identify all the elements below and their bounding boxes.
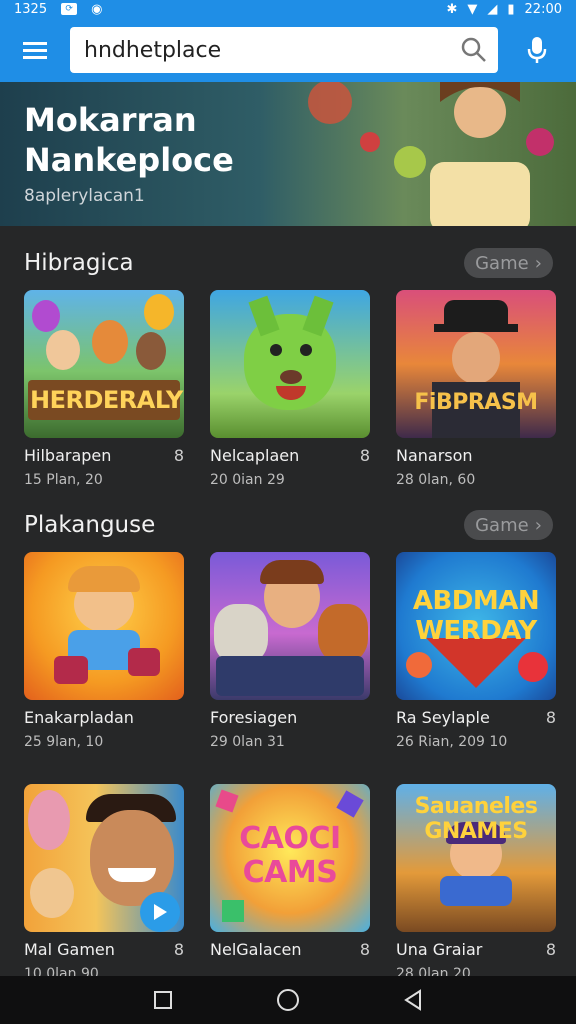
game-meta: 26 Rian, 209 10 xyxy=(396,734,508,750)
game-meta: 20 0ian 29 xyxy=(210,472,285,488)
game-thumbnail: HERDERALY xyxy=(24,290,184,438)
game-button-label: Game xyxy=(475,514,529,536)
status-time-right: 22:00 xyxy=(524,1,562,17)
app-bar xyxy=(0,18,576,82)
bluetooth-icon: ✱ xyxy=(446,1,458,17)
game-card[interactable]: Sauaneles GNAMES Una Graiar 8 28 0lan 20 xyxy=(396,784,556,982)
game-card[interactable]: FiBPRASM Nanarson 28 0lan, 60 xyxy=(396,290,556,488)
app-notification-icon: ◉ xyxy=(91,1,103,17)
game-meta: 29 0lan 31 xyxy=(210,734,285,750)
game-rating: 8 xyxy=(545,940,556,959)
recents-button[interactable] xyxy=(143,980,183,1020)
play-button[interactable] xyxy=(140,892,180,932)
game-thumbnail xyxy=(24,552,184,700)
game-thumbnail: CAOCI CAMS xyxy=(210,784,370,932)
status-bar: 1325 ⟳ ◉ ✱ ▼ ◢ ▮ 22:00 xyxy=(0,0,576,18)
game-card[interactable]: ABDMAN WERDAY Ra Seylaple 8 26 Rian, 209… xyxy=(396,552,556,750)
game-thumbnail: Sauaneles GNAMES xyxy=(396,784,556,932)
game-title: Una Graiar xyxy=(396,940,483,959)
thumbnail-banner-text: HERDERALY xyxy=(30,386,183,414)
game-thumbnail xyxy=(24,784,184,932)
game-card[interactable]: Mal Gamen 8 10 0lan 90 xyxy=(24,784,184,982)
thumbnail-banner-text: Sauaneles GNAMES xyxy=(414,794,538,844)
game-thumbnail: FiBPRASM xyxy=(396,290,556,438)
game-title: Nelcaplaen xyxy=(210,446,300,465)
circle-icon xyxy=(276,989,299,1011)
game-meta: 25 9lan, 10 xyxy=(24,734,104,750)
thumbnail-banner-text: FiBPRASM xyxy=(414,390,538,415)
home-button[interactable] xyxy=(268,980,308,1020)
section-title: Plakanguse xyxy=(24,512,156,538)
chevron-right-icon: › xyxy=(534,252,542,274)
hero-title: Mokarran Nankeploce xyxy=(24,101,234,179)
game-rating: 8 xyxy=(359,446,370,465)
signal-icon: ◢ xyxy=(487,1,498,17)
game-meta: 15 Plan, 20 xyxy=(24,472,103,488)
voice-search-button[interactable] xyxy=(498,18,576,82)
game-meta: 28 0lan, 60 xyxy=(396,472,476,488)
game-title: Mal Gamen xyxy=(24,940,115,959)
search-icon[interactable] xyxy=(460,36,488,64)
back-button[interactable] xyxy=(393,980,433,1020)
game-card[interactable]: Nelcaplaen 8 20 0ian 29 xyxy=(210,290,370,488)
section-game-button[interactable]: Game › xyxy=(464,248,553,278)
wifi-icon: ▼ xyxy=(467,1,478,17)
game-title: Foresiagen xyxy=(210,708,298,727)
square-icon xyxy=(153,991,172,1009)
game-rating: 8 xyxy=(173,940,184,959)
section-game-button[interactable]: Game › xyxy=(464,510,553,540)
game-thumbnail xyxy=(210,552,370,700)
status-time-left: 1325 xyxy=(14,1,48,17)
notification-icon: ⟳ xyxy=(61,3,78,15)
search-input[interactable] xyxy=(84,37,460,63)
game-title: Enakarpladan xyxy=(24,708,134,727)
game-title: Ra Seylaple xyxy=(396,708,490,727)
game-card[interactable]: CAOCI CAMS NelGalacen 8 xyxy=(210,784,370,959)
game-title: Nanarson xyxy=(396,446,473,465)
game-thumbnail xyxy=(210,290,370,438)
game-thumbnail: ABDMAN WERDAY xyxy=(396,552,556,700)
game-rating: 8 xyxy=(359,940,370,959)
play-icon xyxy=(154,904,167,920)
thumbnail-banner-text: ABDMAN WERDAY xyxy=(412,586,540,646)
battery-icon: ▮ xyxy=(507,1,515,17)
game-card[interactable]: HERDERALY Hilbarapen 8 15 Plan, 20 xyxy=(24,290,184,488)
game-rating: 8 xyxy=(173,446,184,465)
microphone-icon xyxy=(527,37,547,63)
system-navigation-bar xyxy=(0,976,576,1024)
menu-button[interactable] xyxy=(0,18,70,82)
search-box xyxy=(70,27,498,73)
chevron-right-icon: › xyxy=(534,514,542,536)
hero-banner[interactable]: Mokarran Nankeploce 8aplerylacan1 xyxy=(0,82,576,226)
hero-subtitle: 8aplerylacan1 xyxy=(24,186,145,206)
game-rating: 8 xyxy=(545,708,556,727)
thumbnail-banner-text: CAOCI CAMS xyxy=(239,821,341,890)
game-button-label: Game xyxy=(475,252,529,274)
hamburger-icon xyxy=(23,42,47,59)
back-triangle-icon xyxy=(404,989,422,1011)
game-title: Hilbarapen xyxy=(24,446,112,465)
game-card[interactable]: Foresiagen 29 0lan 31 xyxy=(210,552,370,750)
section-title: Hibragica xyxy=(24,250,134,276)
game-title: NelGalacen xyxy=(210,940,302,959)
game-card[interactable]: Enakarpladan 25 9lan, 10 xyxy=(24,552,184,750)
